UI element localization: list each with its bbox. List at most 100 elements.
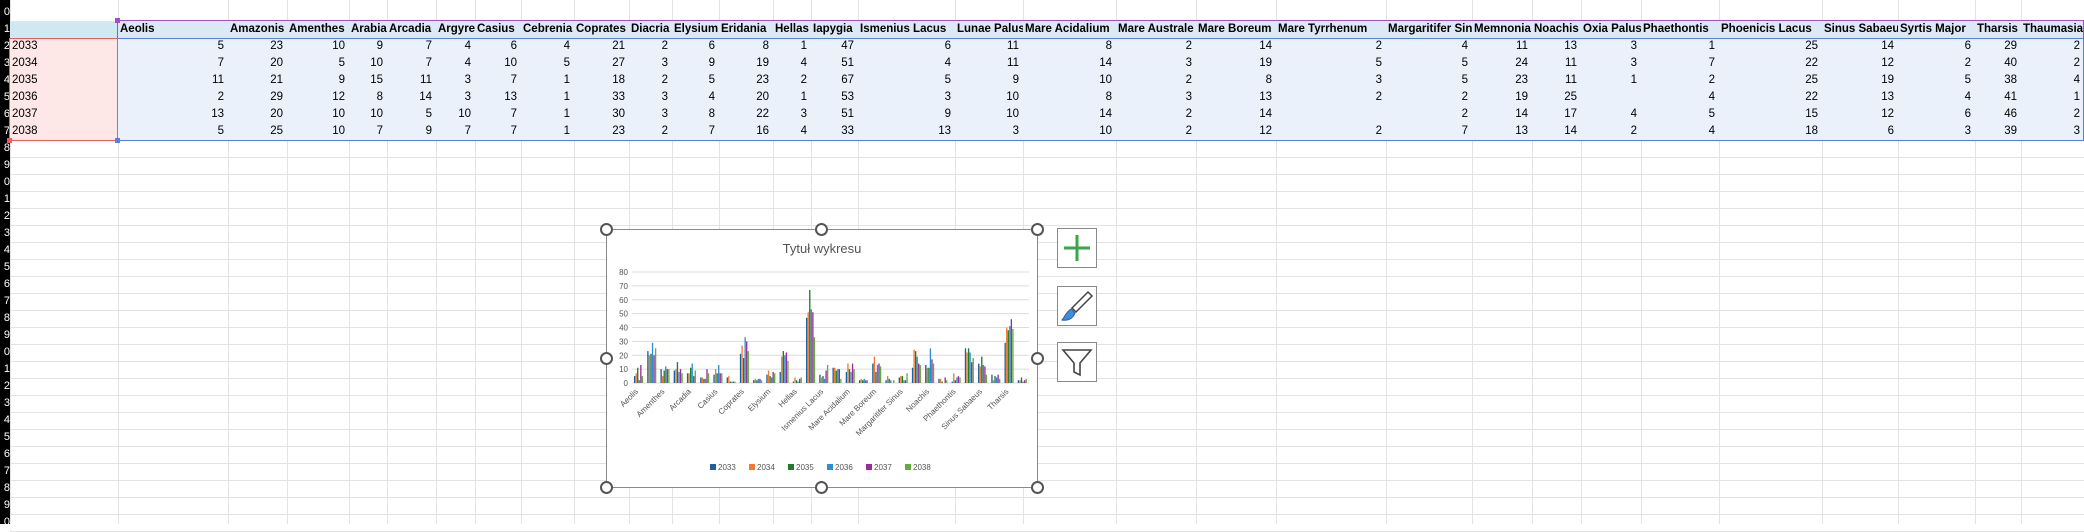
row-number[interactable]: 3 (0, 395, 10, 412)
bar-2033 (766, 374, 768, 383)
plus-icon (1064, 235, 1090, 261)
bar-2036 (718, 364, 720, 383)
bar-2033 (819, 374, 821, 383)
legend-label: 2037 (874, 463, 892, 472)
row-number[interactable]: 2 (0, 208, 10, 225)
bar-2034 (1019, 380, 1021, 383)
bar-2033 (991, 374, 993, 383)
gridline-horizontal (10, 310, 2084, 311)
y-tick-label: 70 (619, 282, 628, 291)
row-number[interactable]: 1 (0, 21, 10, 38)
row-number[interactable]: 4 (0, 412, 10, 429)
bar-2035 (888, 378, 890, 383)
row-number[interactable]: 7 (0, 293, 10, 310)
row-number[interactable]: 9 (0, 157, 10, 174)
bar-2038 (826, 364, 829, 383)
gridline-horizontal (10, 446, 2084, 447)
row-number[interactable]: 6 (0, 446, 10, 463)
legend-swatch-2033 (710, 464, 716, 470)
bar-2034 (926, 367, 928, 383)
bar-2037 (653, 355, 655, 383)
range-resize-handle[interactable] (115, 18, 120, 23)
bar-2035 (690, 367, 692, 383)
bar-2035 (756, 380, 758, 383)
bar-2037 (746, 341, 748, 384)
gridline-horizontal (10, 497, 2084, 498)
spreadsheet-grid[interactable]: 0 1 2 3 4 5 6 7 8 9 0 1 2 3 4 5 6 7 8 9 0 1 2 3 4 5 6 7 8 9 0 Aeolis Ama… (0, 0, 2084, 532)
legend-swatch-2038 (905, 464, 911, 470)
bar-2034 (675, 369, 677, 384)
bar-2033 (792, 381, 795, 383)
bar-2037 (957, 376, 960, 383)
chart-elements-button[interactable] (1057, 228, 1097, 268)
range-resize-handle[interactable] (7, 138, 12, 143)
bar-2035 (967, 348, 970, 383)
bar-2035 (928, 367, 930, 383)
bar-2037 (1023, 380, 1026, 383)
chart-styles-button[interactable] (1057, 286, 1097, 326)
row-number[interactable]: 5 (0, 429, 10, 446)
bar-2036 (665, 366, 667, 383)
bar-2038 (999, 378, 1001, 383)
resize-handle-bottom-right[interactable] (1031, 481, 1044, 494)
row-number[interactable]: 0 (0, 514, 10, 531)
bar-2036 (731, 381, 733, 383)
row-number[interactable]: 2 (0, 378, 10, 395)
bar-2038 (906, 373, 908, 383)
bar-2035 (782, 351, 784, 383)
bar-2034 (741, 345, 743, 383)
chart-object[interactable]: Tytuł wykresu 0 10 20 30 40 50 60 70 80 Aeolis Amen… (606, 229, 1038, 488)
bar-2036 (744, 337, 746, 383)
row-number[interactable]: 7 (0, 463, 10, 480)
resize-handle-top-center[interactable] (815, 223, 828, 236)
row-number[interactable]: 6 (0, 276, 10, 293)
bar-2036 (678, 371, 680, 383)
row-number[interactable]: 0 (0, 4, 10, 21)
bar-2038 (959, 377, 961, 383)
bar-2038 (668, 369, 670, 384)
row-number[interactable]: 3 (0, 225, 10, 242)
row-number[interactable]: 0 (0, 344, 10, 361)
row-number[interactable]: 5 (0, 259, 10, 276)
y-tick-label: 0 (624, 379, 629, 388)
resize-handle-middle-right[interactable] (1031, 352, 1044, 365)
bar-2036 (1022, 381, 1024, 383)
bar-2038 (1012, 328, 1014, 383)
resize-handle-top-left[interactable] (600, 223, 613, 236)
bar-2034 (728, 376, 730, 383)
bar-2033 (885, 380, 887, 383)
bar-2037 (798, 378, 801, 383)
bar-2035 (914, 351, 917, 383)
bar-2035 (822, 376, 824, 383)
bar-2034 (979, 366, 981, 383)
resize-handle-bottom-center[interactable] (815, 481, 828, 494)
row-number[interactable]: 8 (0, 310, 10, 327)
gridline-horizontal (10, 191, 2084, 192)
row-number[interactable]: 1 (0, 191, 10, 208)
bar-2037 (904, 380, 907, 383)
row-number[interactable]: 9 (0, 497, 10, 514)
row-number[interactable]: 0 (0, 174, 10, 191)
resize-handle-bottom-left[interactable] (600, 481, 613, 494)
y-tick-label: 10 (619, 365, 628, 374)
row-number[interactable]: 4 (0, 242, 10, 259)
bar-2034 (767, 370, 770, 383)
bar-2036 (638, 380, 640, 383)
bar-2034 (847, 363, 849, 383)
bar-2036 (691, 363, 693, 383)
corner-cell[interactable] (10, 21, 118, 38)
bar-2037 (1010, 319, 1013, 383)
row-number[interactable]: 8 (0, 480, 10, 497)
chart-filters-button[interactable] (1057, 342, 1097, 382)
row-number[interactable]: 9 (0, 327, 10, 344)
bar-2035 (637, 367, 639, 383)
resize-handle-top-right[interactable] (1031, 223, 1044, 236)
row-number[interactable]: 1 (0, 361, 10, 378)
bar-2033 (779, 371, 781, 383)
series-name-range-highlight (117, 20, 2084, 39)
bar-2037 (878, 363, 880, 383)
bar-2034 (913, 349, 915, 383)
range-resize-handle[interactable] (115, 138, 120, 143)
bar-2033 (647, 351, 649, 383)
resize-handle-middle-left[interactable] (600, 352, 613, 365)
